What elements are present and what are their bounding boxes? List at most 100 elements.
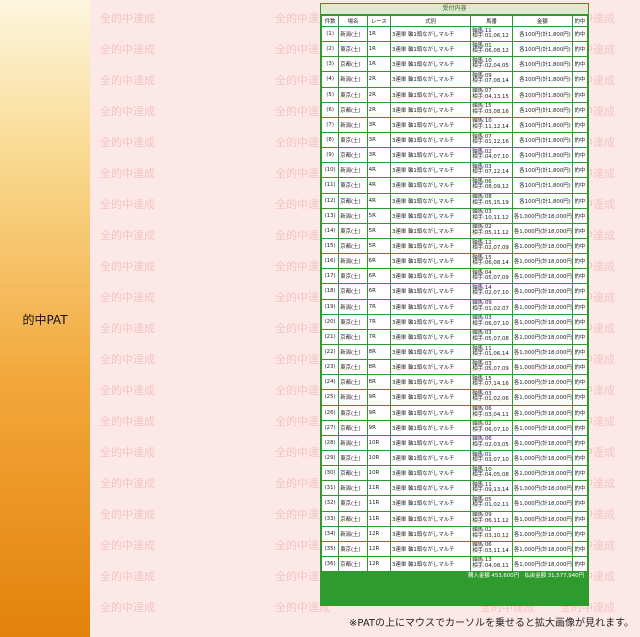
row-place: 新潟(土) (339, 117, 367, 132)
row-count: (31) (322, 481, 339, 496)
row-hit: 的中 (572, 87, 587, 102)
table-row: (7) 新潟(土) 3R 3連単 軸1頭ながしマルチ 軸馬:10 相手:11,12,14 各… (322, 117, 587, 132)
watermark-text: 全的中達成 (100, 12, 155, 25)
row-count: (24) (322, 375, 339, 390)
row-bet-type: 3連単 軸1頭ながしマルチ (391, 223, 471, 238)
row-bet-type: 3連単 軸1頭ながしマルチ (391, 526, 471, 541)
watermark-text: 全的中達成 (100, 446, 155, 459)
row-hit: 的中 (572, 254, 587, 269)
row-amount: 各1,000円(計18,000円) (512, 526, 572, 541)
row-bet-type: 3連単 軸1頭ながしマルチ (391, 481, 471, 496)
row-horse-numbers: 軸馬:01 相手:06,08,12 (471, 42, 512, 57)
row-count: (20) (322, 314, 339, 329)
row-race: 4R (367, 193, 391, 208)
row-count: (5) (322, 87, 339, 102)
row-place: 京都(土) (339, 556, 367, 572)
row-partner-horses: 相手:02,07,10 (472, 290, 509, 297)
row-partner-horses: 相手:04,08,11 (472, 562, 509, 569)
row-amount: 各1,000円(計18,000円) (512, 299, 572, 314)
row-race: 9R (367, 420, 391, 435)
table-row: (1) 新潟(土) 1R 3連単 軸1頭ながしマルチ 軸馬:11 相手:01,06,12 各… (322, 27, 587, 42)
pat-ticket-image[interactable]: 受付内容 件数 場名 レース 式別 馬番 金額 的中 (1) 新潟(土) 1R 3連単… (320, 3, 589, 606)
row-count: (1) (322, 27, 339, 42)
row-horse-numbers: 軸馬:06 相手:08,09,12 (471, 178, 512, 193)
row-horse-numbers: 軸馬:11 相手:01,06,12 (471, 27, 512, 42)
row-amount: 各1,000円(計18,000円) (512, 481, 572, 496)
row-bet-type: 3連単 軸1頭ながしマルチ (391, 27, 471, 42)
row-horse-numbers: 軸馬:10 相手:02,04,05 (471, 57, 512, 72)
row-hit: 的中 (572, 541, 587, 556)
row-count: (12) (322, 193, 339, 208)
row-hit: 的中 (572, 163, 587, 178)
row-place: 東京(土) (339, 269, 367, 284)
row-race: 6R (367, 284, 391, 299)
row-partner-horses: 相手:03,11,14 (472, 547, 509, 554)
row-bet-type: 3連単 軸1頭ながしマルチ (391, 132, 471, 148)
row-partner-horses: 相手:04,05,08 (472, 472, 509, 479)
row-place: 新潟(土) (339, 344, 367, 360)
row-amount: 各1,000円(計18,000円) (512, 360, 572, 375)
row-race: 8R (367, 344, 391, 360)
row-bet-type: 3連単 軸1頭ながしマルチ (391, 466, 471, 481)
table-row: (33) 京都(土) 11R 3連単 軸1頭ながしマルチ 軸馬:09 相手:06,11,1… (322, 511, 587, 526)
row-bet-type: 3連単 軸1頭ながしマルチ (391, 148, 471, 163)
row-horse-numbers: 軸馬:03 相手:07,12,14 (471, 163, 512, 178)
row-bet-type: 3連単 軸1頭ながしマルチ (391, 269, 471, 284)
row-bet-type: 3連単 軸1頭ながしマルチ (391, 390, 471, 405)
row-count: (21) (322, 329, 339, 344)
row-amount: 各1,000円(計18,000円) (512, 284, 572, 299)
row-race: 10R (367, 466, 391, 481)
watermark-text: 全的中達成 (100, 229, 155, 242)
row-race: 12R (367, 526, 391, 541)
row-horse-numbers: 軸馬:02 相手:03,10,12 (471, 526, 512, 541)
hover-zoom-note: ※PATの上にマウスでカーソルを乗せると拡大画像が見れます。 (349, 618, 634, 629)
row-horse-numbers: 軸馬:12 相手:02,07,09 (471, 238, 512, 254)
row-partner-horses: 相手:05,07,09 (472, 275, 509, 282)
row-place: 京都(土) (339, 420, 367, 435)
table-row: (32) 東京(土) 11R 3連単 軸1頭ながしマルチ 軸馬:05 相手:01,02,1… (322, 496, 587, 511)
watermark-text: 全的中達成 (100, 539, 155, 552)
row-count: (30) (322, 466, 339, 481)
row-hit: 的中 (572, 42, 587, 57)
row-partner-horses: 相手:06,07,10 (472, 320, 509, 327)
row-place: 東京(土) (339, 42, 367, 57)
table-row: (36) 京都(土) 12R 3連単 軸1頭ながしマルチ 軸馬:13 相手:04,08,1… (322, 556, 587, 572)
row-race: 9R (367, 405, 391, 420)
content-panel: 全的中達成 全的中達成 全的中達成 全的中達成 全的中達成 全的中達成 全的中達成 全的中達成… (90, 0, 640, 637)
table-row: (3) 京都(土) 1R 3連単 軸1頭ながしマルチ 軸馬:10 相手:02,04,05 各… (322, 57, 587, 72)
row-bet-type: 3連単 軸1頭ながしマルチ (391, 344, 471, 360)
row-hit: 的中 (572, 57, 587, 72)
header-count: 件数 (322, 16, 339, 26)
row-horse-numbers: 軸馬:14 相手:02,07,10 (471, 284, 512, 299)
row-count: (8) (322, 132, 339, 148)
header-race: レース (367, 16, 391, 26)
table-row: (25) 新潟(土) 9R 3連単 軸1頭ながしマルチ 軸馬:03 相手:01,02,06… (322, 390, 587, 405)
row-partner-horses: 相手:03,08,16 (472, 108, 509, 115)
row-amount: 各1,000円(計18,000円) (512, 269, 572, 284)
table-row: (16) 新潟(土) 6R 3連単 軸1頭ながしマルチ 軸馬:15 相手:06,08,14… (322, 254, 587, 269)
row-horse-numbers: 軸馬:06 相手:03,04,11 (471, 405, 512, 420)
row-count: (33) (322, 511, 339, 526)
row-bet-type: 3連単 軸1頭ながしマルチ (391, 193, 471, 208)
row-amount: 各1,000円(計18,000円) (512, 344, 572, 360)
row-bet-type: 3連単 軸1頭ながしマルチ (391, 405, 471, 420)
row-partner-horses: 相手:11,12,14 (472, 123, 509, 130)
row-horse-numbers: 軸馬:06 相手:03,11,14 (471, 541, 512, 556)
row-partner-horses: 相手:07,14,16 (472, 381, 509, 388)
row-place: 東京(土) (339, 360, 367, 375)
row-horse-numbers: 軸馬:01 相手:03,07,10 (471, 450, 512, 466)
row-horse-numbers: 軸馬:03 相手:10,11,12 (471, 208, 512, 223)
row-horse-numbers: 軸馬:15 相手:07,14,16 (471, 375, 512, 390)
row-hit: 的中 (572, 132, 587, 148)
row-place: 新潟(土) (339, 526, 367, 541)
row-amount: 各1,000円(計18,000円) (512, 238, 572, 254)
row-place: 東京(土) (339, 87, 367, 102)
watermark-text: 全的中達成 (100, 601, 155, 614)
row-place: 新潟(土) (339, 72, 367, 87)
table-row: (11) 東京(土) 4R 3連単 軸1頭ながしマルチ 軸馬:06 相手:08,09,12… (322, 178, 587, 193)
row-amount: 各100円(計1,800円) (512, 57, 572, 72)
table-row: (14) 東京(土) 5R 3連単 軸1頭ながしマルチ 軸馬:02 相手:05,11,12… (322, 223, 587, 238)
row-place: 東京(土) (339, 450, 367, 466)
row-hit: 的中 (572, 178, 587, 193)
watermark-text: 全的中達成 (100, 260, 155, 273)
